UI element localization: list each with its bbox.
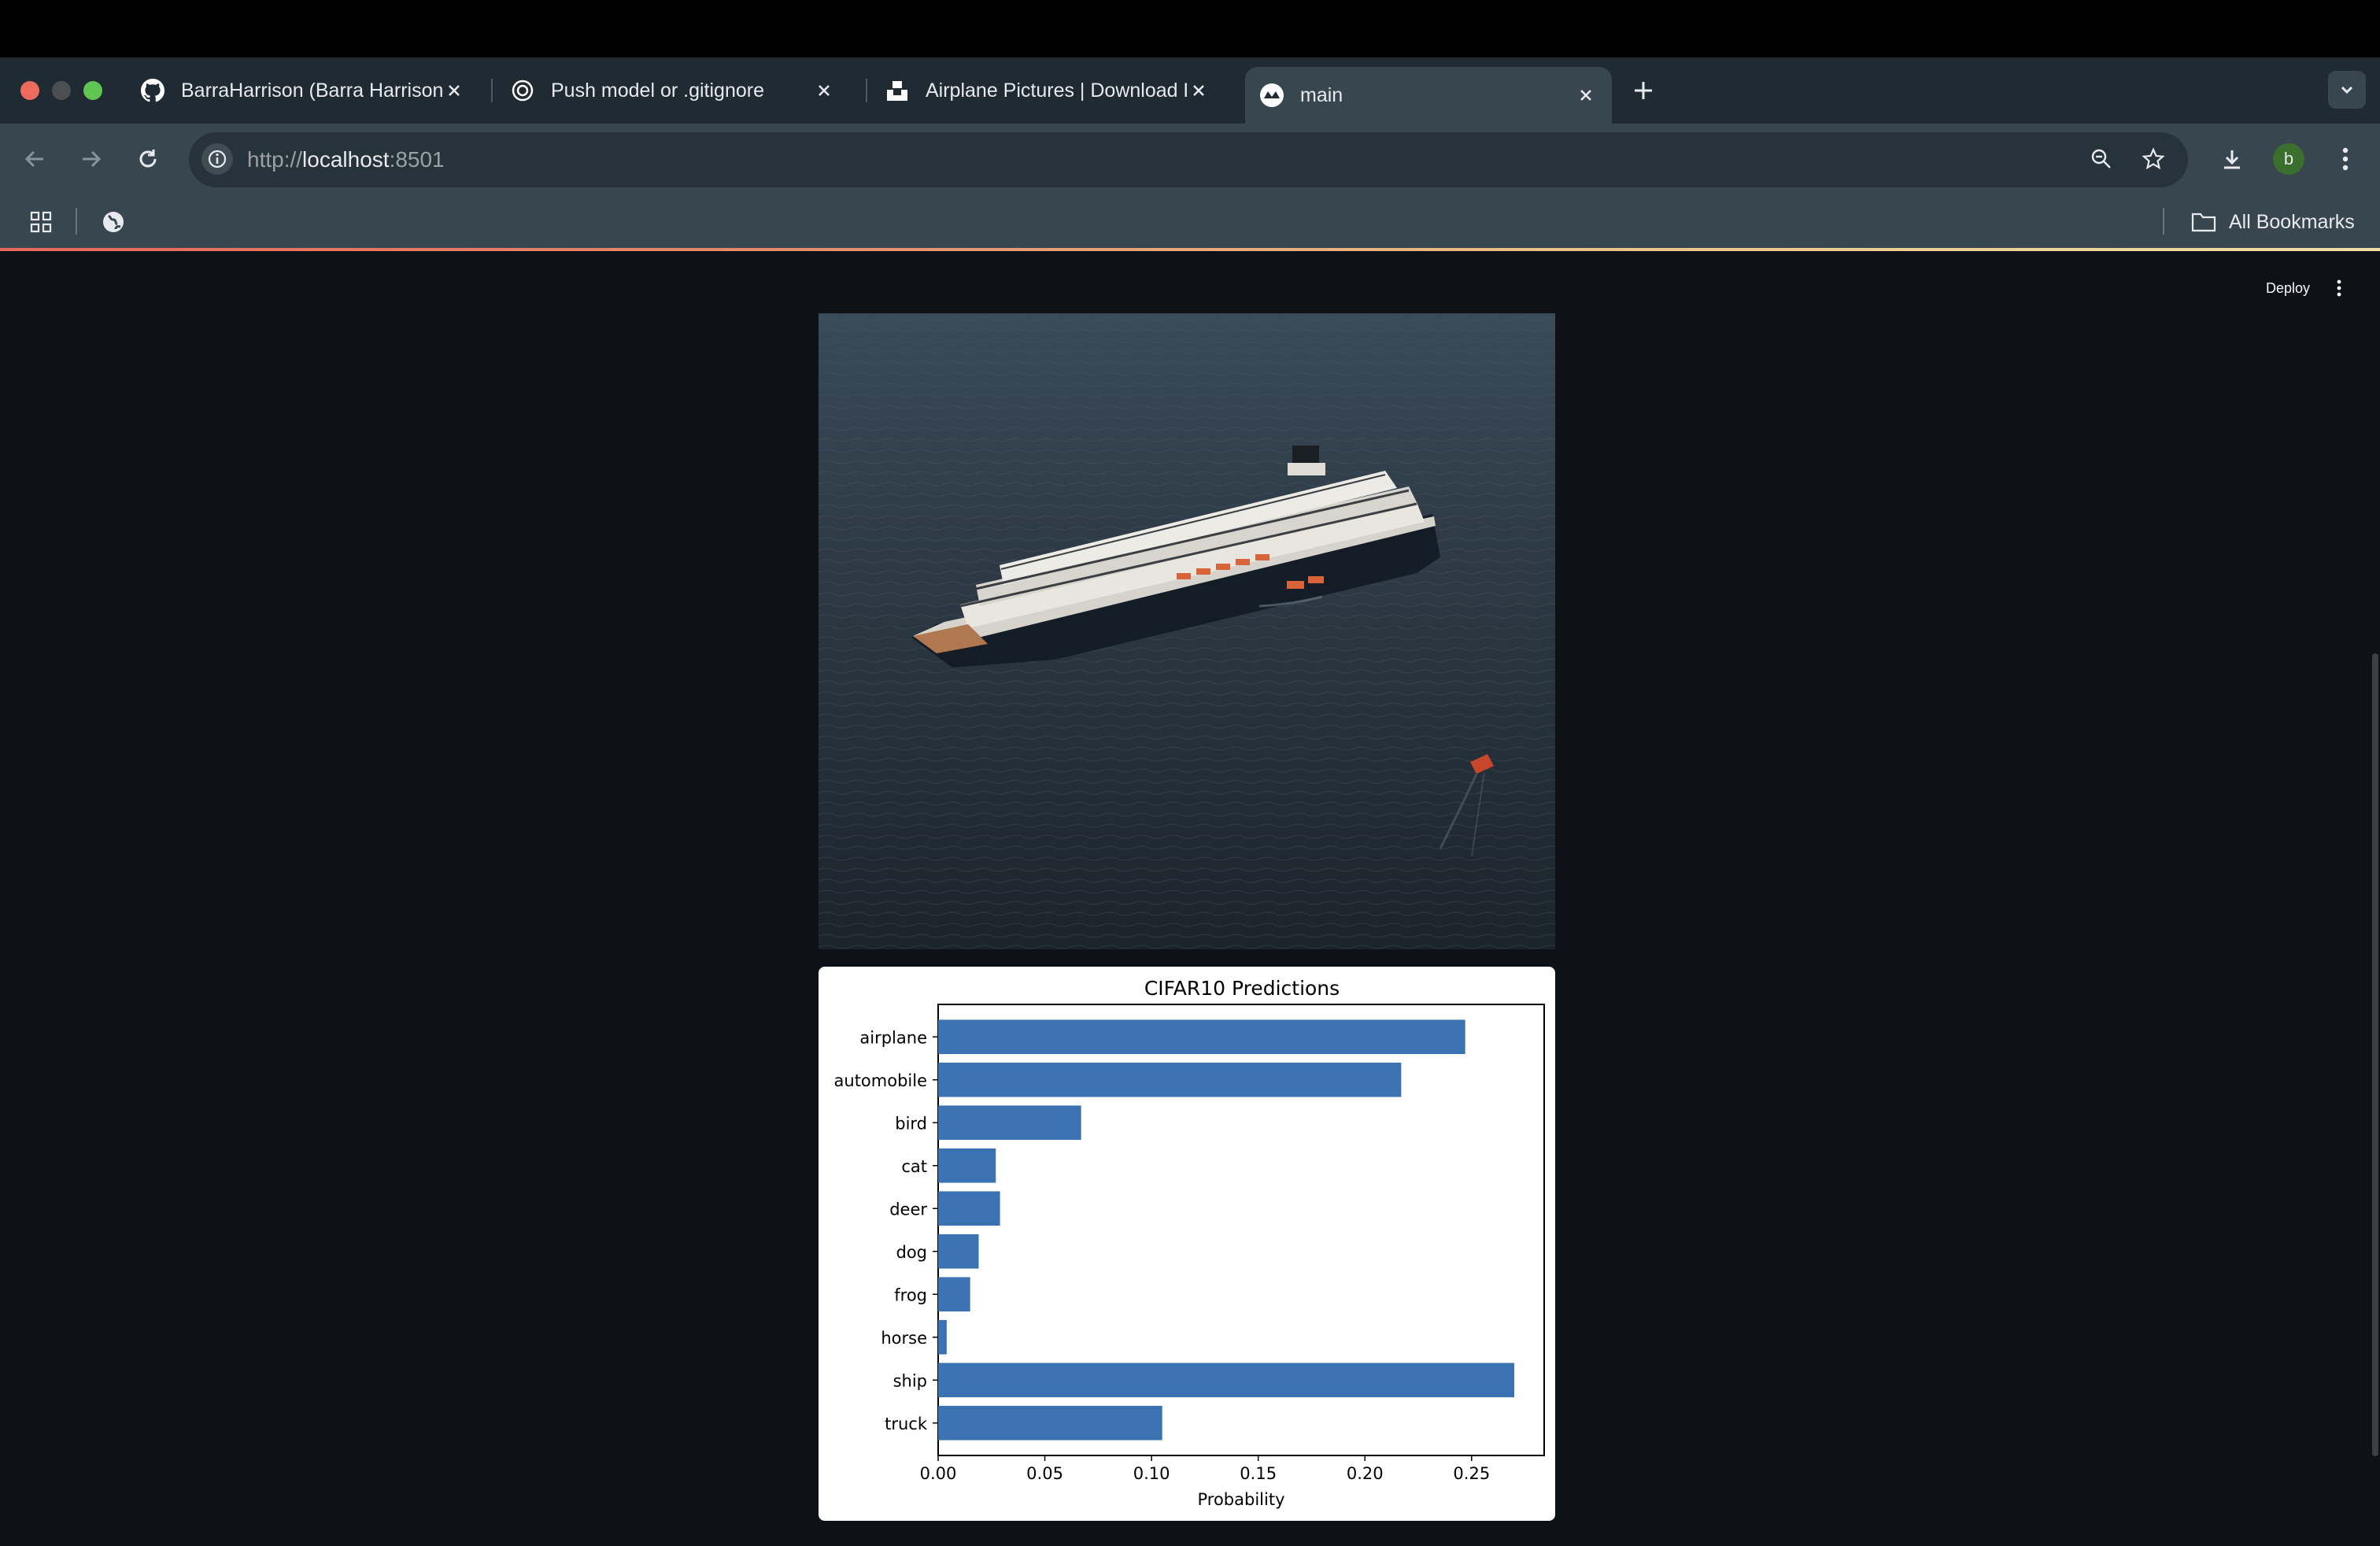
y-tick-label: automobile (834, 1071, 927, 1090)
unsplash-icon (885, 78, 910, 103)
deploy-button[interactable]: Deploy (2252, 276, 2323, 301)
globe-bookmark-icon[interactable] (98, 206, 129, 238)
x-tick-label: 0.00 (920, 1464, 957, 1483)
apps-grid-icon[interactable] (25, 206, 57, 238)
close-window-button[interactable] (20, 81, 39, 100)
y-tick-label: frog (894, 1285, 927, 1304)
bar-deer (938, 1191, 1000, 1226)
bar-horse (938, 1319, 947, 1355)
y-tick-label: horse (881, 1329, 927, 1348)
all-bookmarks-button[interactable]: All Bookmarks (2191, 208, 2355, 236)
new-tab-button[interactable] (1628, 75, 1659, 106)
streamlit-icon (1259, 83, 1284, 108)
y-tick-label: airplane (859, 1028, 927, 1047)
bar-dog (938, 1233, 979, 1269)
x-tick-label: 0.10 (1133, 1464, 1170, 1483)
bar-truck (938, 1405, 1162, 1441)
bar-airplane (938, 1019, 1465, 1055)
tab-search-button[interactable] (2328, 71, 2366, 109)
bar-bird (938, 1105, 1081, 1141)
tab-separator (491, 79, 493, 102)
openai-icon (510, 78, 535, 103)
window-titlebar (0, 0, 2380, 57)
y-tick-label: bird (895, 1114, 927, 1133)
app-menu-icon[interactable] (2328, 276, 2350, 301)
url-port: :8501 (389, 147, 445, 172)
tab-separator (866, 79, 867, 102)
tab-streamlit-main[interactable]: main (1245, 67, 1612, 124)
maximize-window-button[interactable] (83, 81, 102, 100)
y-tick-label: ship (893, 1371, 927, 1390)
url-scheme: http:// (247, 147, 303, 172)
bookmarks-separator (2163, 208, 2164, 235)
y-tick-label: deer (889, 1200, 927, 1219)
y-tick-label: dog (896, 1243, 927, 1262)
y-tick-label: cat (901, 1157, 927, 1176)
back-button[interactable] (17, 142, 52, 176)
uploaded-image (819, 313, 1555, 949)
streamlit-header-decoration (0, 248, 2380, 251)
x-tick-label: 0.15 (1240, 1464, 1277, 1483)
close-tab-icon[interactable] (442, 79, 466, 102)
forward-button[interactable] (74, 142, 109, 176)
close-tab-icon[interactable] (1574, 83, 1598, 107)
profile-avatar[interactable]: b (2273, 143, 2304, 175)
url-host: localhost (302, 147, 390, 172)
bookmark-star-icon[interactable] (2138, 143, 2169, 175)
tab-title: BarraHarrison (Barra Harrison) (181, 79, 442, 102)
tab-github[interactable]: BarraHarrison (Barra Harrison) (126, 67, 480, 114)
predictions-chart-card: CIFAR10 Predictions airplane automobile bi… (819, 967, 1555, 1521)
tab-chatgpt[interactable]: Push model or .gitignore (496, 67, 850, 114)
bookmarks-separator (76, 208, 77, 235)
github-icon (140, 78, 165, 103)
reload-button[interactable] (131, 142, 165, 176)
x-axis-label: Probability (1197, 1490, 1284, 1509)
tab-title: Airplane Pictures | Download Free Images… (926, 79, 1187, 102)
predictions-chart: CIFAR10 Predictions airplane automobile bi… (834, 977, 1545, 1509)
close-tab-icon[interactable] (812, 79, 836, 102)
minimize-window-button[interactable] (52, 81, 71, 100)
download-icon[interactable] (2215, 142, 2249, 176)
tab-title: Push model or .gitignore (551, 79, 764, 102)
site-info-icon[interactable] (201, 143, 233, 175)
x-tick-label: 0.20 (1347, 1464, 1384, 1483)
bookmarks-bar (0, 194, 2380, 248)
bar-automobile (938, 1062, 1402, 1097)
bar-ship (938, 1363, 1515, 1398)
browser-menu-icon[interactable] (2330, 142, 2361, 176)
x-tick-label: 0.25 (1453, 1464, 1490, 1483)
tab-unsplash[interactable]: Airplane Pictures | Download Free Images… (870, 67, 1225, 114)
bar-frog (938, 1277, 970, 1312)
folder-icon (2191, 212, 2216, 232)
y-tick-label: truck (885, 1415, 928, 1433)
page-scrollbar[interactable] (2372, 653, 2378, 1456)
tab-title: main (1300, 83, 1343, 106)
zoom-icon[interactable] (2086, 143, 2117, 175)
close-tab-icon[interactable] (1187, 79, 1210, 102)
url-text[interactable]: http://localhost:8501 (247, 144, 445, 176)
address-bar[interactable] (189, 132, 2188, 187)
chart-title: CIFAR10 Predictions (1144, 977, 1340, 1000)
x-tick-label: 0.05 (1026, 1464, 1063, 1483)
all-bookmarks-label: All Bookmarks (2229, 210, 2355, 233)
bar-cat (938, 1148, 996, 1183)
